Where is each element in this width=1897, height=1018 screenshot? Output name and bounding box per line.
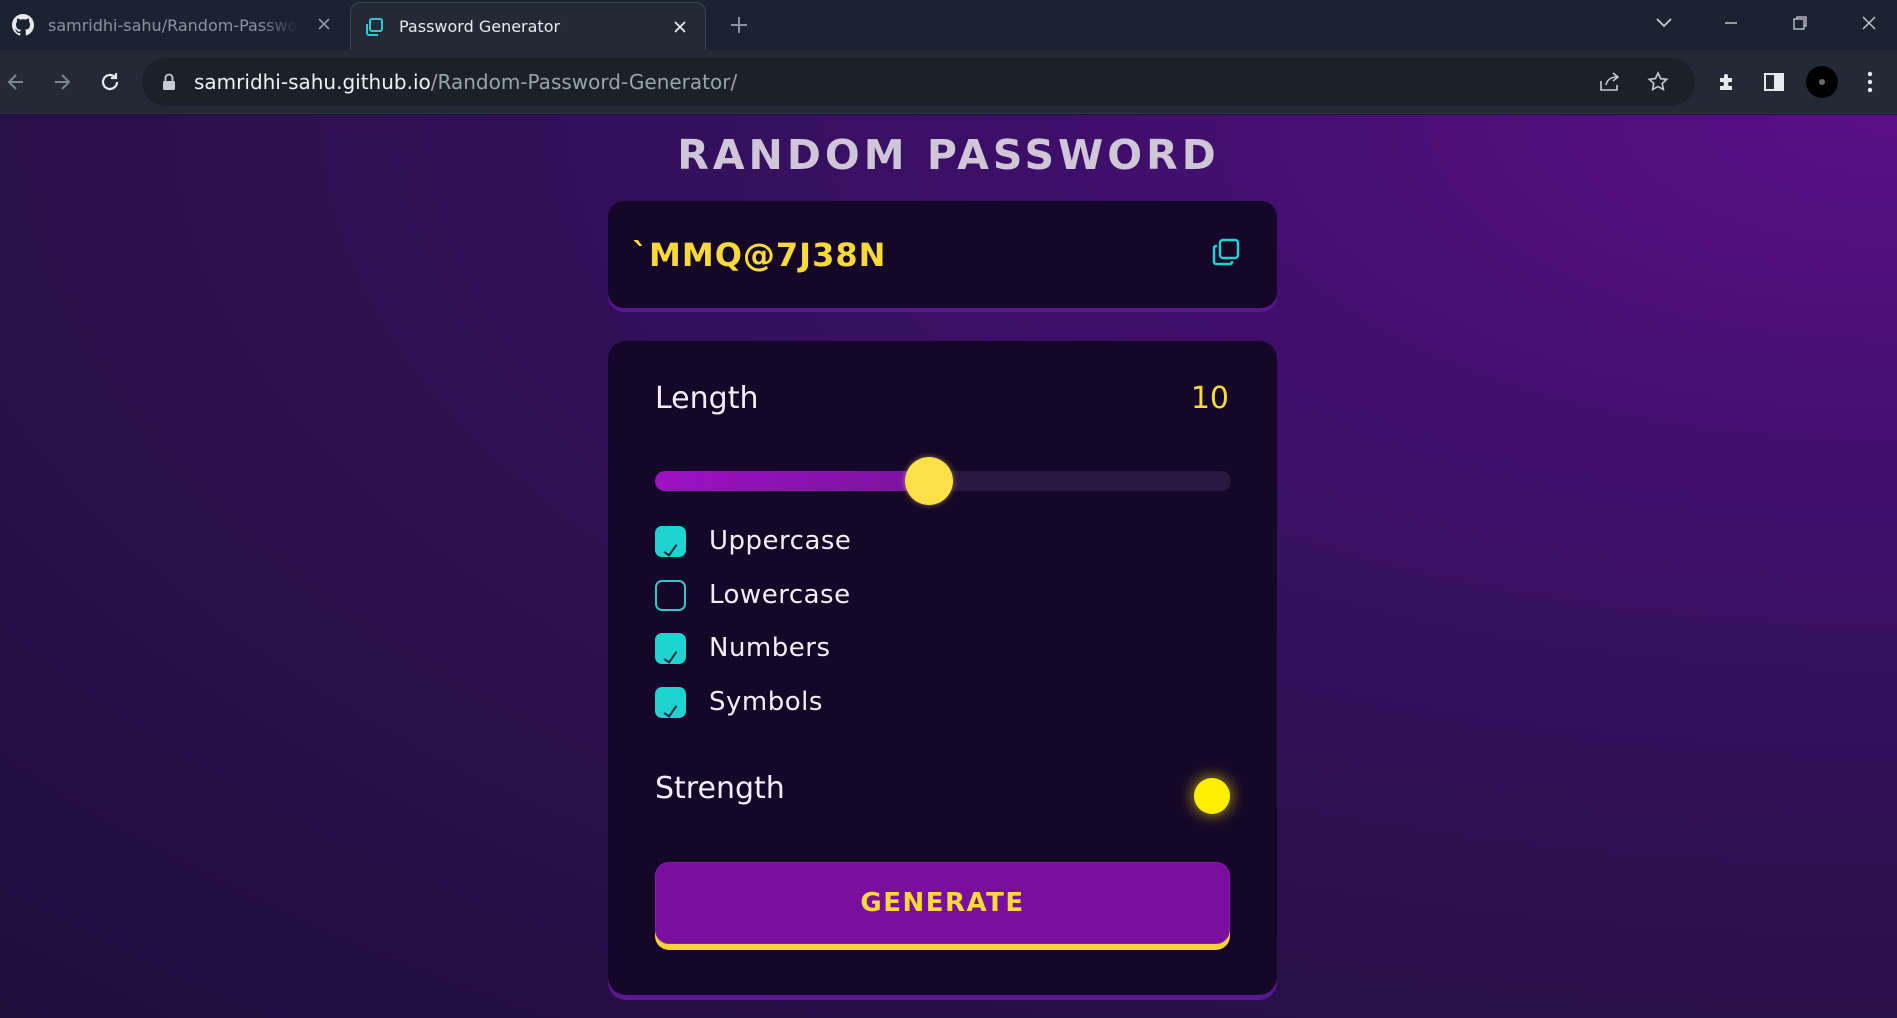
password-output[interactable]: `MMQ@7J38N bbox=[632, 236, 886, 274]
numbers-checkbox[interactable] bbox=[655, 632, 686, 664]
close-window-icon[interactable] bbox=[1849, 8, 1889, 38]
github-icon bbox=[12, 14, 34, 36]
forward-icon[interactable] bbox=[46, 66, 78, 98]
slider-thumb[interactable] bbox=[904, 457, 953, 505]
tab-github-repo[interactable]: samridhi-sahu/Random-Password-G bbox=[0, 0, 349, 50]
tab-title: samridhi-sahu/Random-Password-G bbox=[48, 15, 298, 35]
browser-toolbar: samridhi-sahu.github.io/Random-Password-… bbox=[0, 50, 1897, 114]
strength-label: Strength bbox=[655, 771, 785, 806]
close-tab-icon[interactable] bbox=[669, 16, 691, 38]
url-host: samridhi-sahu.github.io bbox=[194, 70, 431, 94]
length-label: Length bbox=[655, 381, 759, 416]
option-uppercase[interactable]: Uppercase bbox=[655, 524, 851, 558]
new-tab-icon[interactable] bbox=[726, 12, 752, 38]
more-menu-icon[interactable] bbox=[1854, 66, 1886, 98]
length-slider[interactable] bbox=[655, 457, 1231, 505]
lowercase-checkbox[interactable] bbox=[655, 579, 686, 611]
copy-icon[interactable] bbox=[1209, 235, 1243, 269]
page-viewport: RANDOM PASSWORD `MMQ@7J38N Length 10 Upp… bbox=[0, 115, 1897, 1018]
restore-icon[interactable] bbox=[1780, 8, 1820, 38]
length-value: 10 bbox=[1190, 381, 1229, 416]
reload-icon[interactable] bbox=[94, 66, 126, 98]
option-lowercase[interactable]: Lowercase bbox=[655, 578, 851, 612]
page-title: RANDOM PASSWORD bbox=[677, 131, 1220, 179]
settings-card: Length 10 Uppercase Lowercase Numbers Sy… bbox=[608, 341, 1277, 995]
uppercase-label: Uppercase bbox=[709, 526, 852, 556]
bookmark-star-icon[interactable] bbox=[1644, 68, 1672, 96]
tab-title: Password Generator bbox=[399, 17, 561, 36]
share-icon[interactable] bbox=[1596, 68, 1624, 96]
back-icon[interactable] bbox=[0, 66, 32, 98]
password-display-card: `MMQ@7J38N bbox=[608, 201, 1277, 308]
slider-fill bbox=[655, 471, 929, 491]
strength-indicator bbox=[1194, 778, 1230, 814]
close-tab-icon[interactable] bbox=[313, 13, 335, 35]
generate-button[interactable]: GENERATE bbox=[655, 862, 1230, 944]
tab-copy-icon bbox=[363, 16, 385, 38]
numbers-label: Numbers bbox=[709, 633, 831, 663]
tab-search-icon[interactable] bbox=[1644, 8, 1684, 38]
browser-tab-strip: samridhi-sahu/Random-Password-G Password… bbox=[0, 0, 1897, 50]
extensions-puzzle-icon[interactable] bbox=[1711, 66, 1743, 98]
url-text: samridhi-sahu.github.io/Random-Password-… bbox=[194, 70, 737, 94]
lowercase-label: Lowercase bbox=[709, 580, 851, 610]
symbols-checkbox[interactable] bbox=[655, 686, 686, 718]
option-symbols[interactable]: Symbols bbox=[655, 685, 823, 719]
minimize-icon[interactable] bbox=[1711, 8, 1751, 38]
tab-password-generator[interactable]: Password Generator bbox=[350, 2, 706, 50]
uppercase-checkbox[interactable] bbox=[655, 525, 686, 557]
side-panel-icon[interactable] bbox=[1758, 66, 1790, 98]
option-numbers[interactable]: Numbers bbox=[655, 631, 831, 665]
url-path: /Random-Password-Generator/ bbox=[430, 70, 738, 94]
profile-avatar[interactable] bbox=[1806, 66, 1838, 98]
generate-label: GENERATE bbox=[860, 888, 1025, 918]
lock-icon[interactable] bbox=[162, 73, 176, 95]
address-bar[interactable]: samridhi-sahu.github.io/Random-Password-… bbox=[142, 58, 1695, 106]
symbols-label: Symbols bbox=[709, 687, 823, 717]
